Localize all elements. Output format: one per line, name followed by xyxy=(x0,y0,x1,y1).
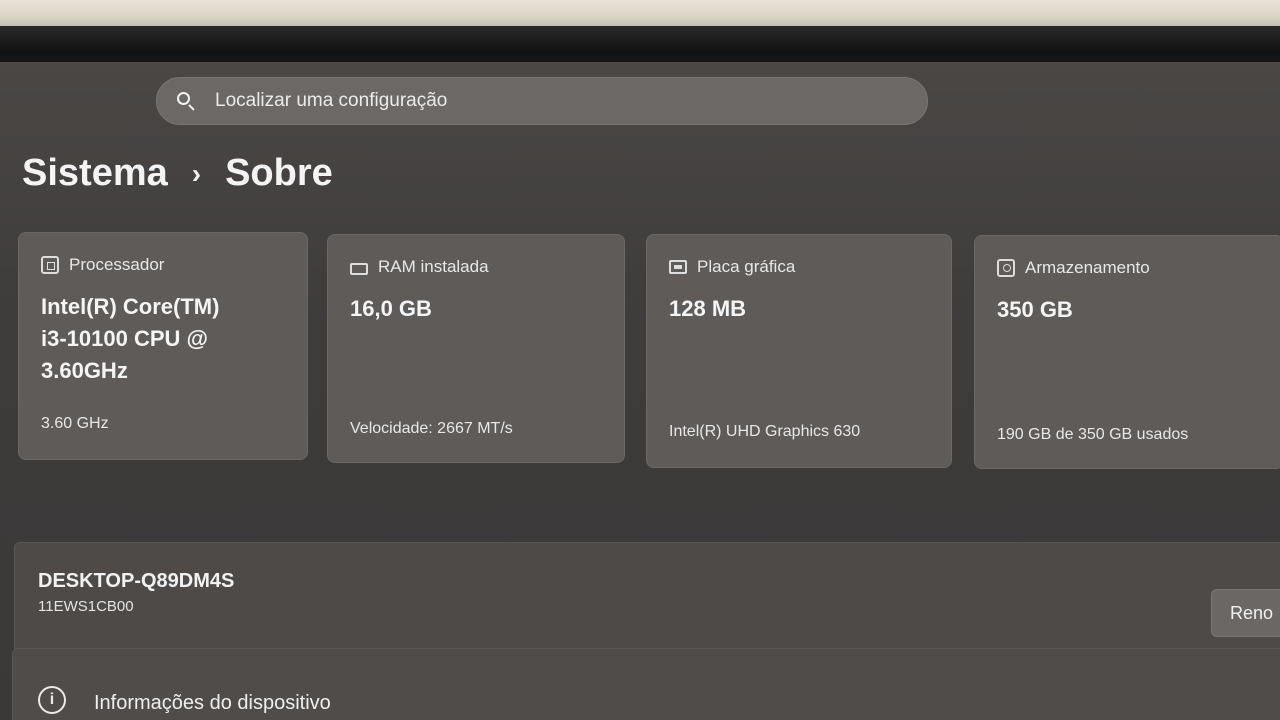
ram-header: RAM instalada xyxy=(350,257,489,277)
processor-icon xyxy=(41,256,59,274)
search-input[interactable]: Localizar uma configuração xyxy=(215,90,447,112)
page-title: Sobre xyxy=(225,152,333,194)
gpu-icon xyxy=(669,260,687,274)
storage-usage: 190 GB de 350 GB usados xyxy=(997,426,1189,443)
storage-value: 350 GB xyxy=(997,297,1073,322)
processor-speed: 3.60 GHz xyxy=(41,415,109,432)
gpu-header: Placa gráfica xyxy=(669,257,795,277)
breadcrumb: Sistema › Sobre xyxy=(22,152,333,195)
ram-card[interactable]: RAM instalada 16,0 GB Velocidade: 2667 M… xyxy=(327,234,625,463)
storage-header: Armazenamento xyxy=(997,258,1150,278)
processor-card[interactable]: Processador Intel(R) Core(TM) i3-10100 C… xyxy=(18,232,308,460)
gpu-model: Intel(R) UHD Graphics 630 xyxy=(669,423,861,440)
device-model: 11EWS1CB00 xyxy=(38,598,134,615)
gpu-label: Placa gráfica xyxy=(697,257,796,276)
breadcrumb-separator-icon: › xyxy=(191,157,202,189)
ram-icon xyxy=(350,262,368,275)
storage-card[interactable]: Armazenamento 350 GB 190 GB de 350 GB us… xyxy=(974,235,1280,469)
device-info-label: Informações do dispositivo xyxy=(94,692,331,714)
storage-icon xyxy=(997,259,1015,277)
ram-speed: Velocidade: 2667 MT/s xyxy=(350,420,513,437)
breadcrumb-parent[interactable]: Sistema xyxy=(22,152,168,195)
search-icon xyxy=(175,90,197,112)
rename-button[interactable]: Reno xyxy=(1211,589,1280,637)
device-name: DESKTOP-Q89DM4S xyxy=(38,570,235,592)
device-name-row xyxy=(14,542,1280,664)
ram-value: 16,0 GB xyxy=(350,296,432,321)
processor-value: Intel(R) Core(TM) i3-10100 CPU @ 3.60GHz xyxy=(41,294,220,383)
gpu-card[interactable]: Placa gráfica 128 MB Intel(R) UHD Graphi… xyxy=(646,234,952,468)
ram-label: RAM instalada xyxy=(378,257,489,276)
info-icon: i xyxy=(38,686,66,714)
gpu-memory: 128 MB xyxy=(669,296,747,321)
processor-header: Processador xyxy=(41,255,164,275)
storage-label: Armazenamento xyxy=(1025,258,1150,277)
processor-label: Processador xyxy=(69,255,165,274)
search-box[interactable]: Localizar uma configuração xyxy=(156,77,928,125)
